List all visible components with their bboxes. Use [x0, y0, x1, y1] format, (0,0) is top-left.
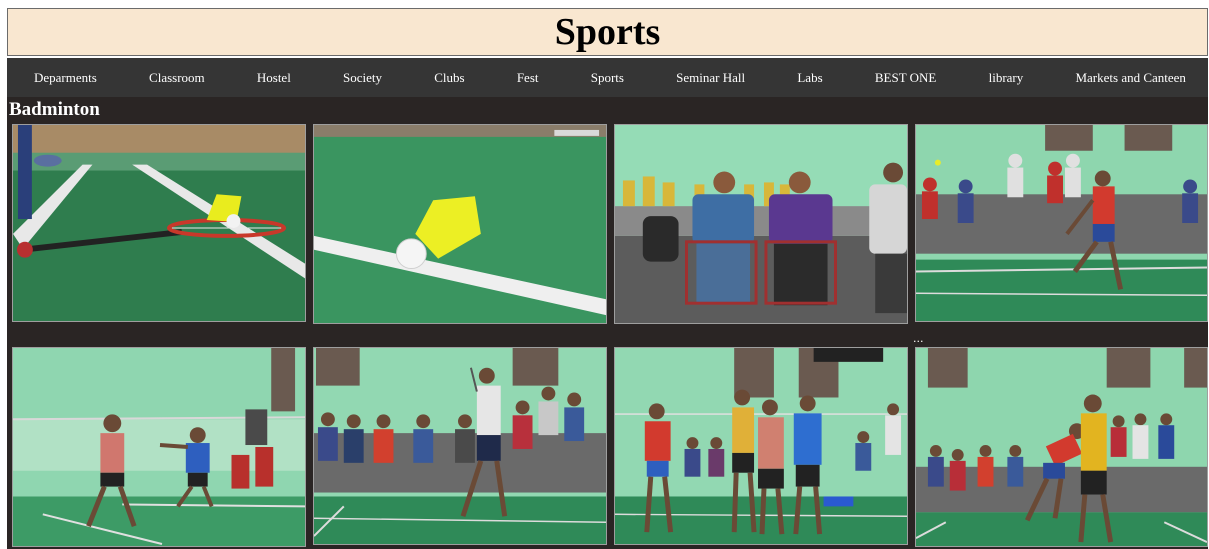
page-title: Sports	[554, 11, 661, 53]
page-header: Sports	[7, 8, 1208, 56]
gallery-photo-shuttlecock-line[interactable]	[313, 124, 607, 324]
player-smash-image	[916, 125, 1207, 321]
gallery-photo-shuttlecock-racket[interactable]	[12, 124, 306, 322]
player-leaping-image	[916, 348, 1207, 546]
gallery-photo-player-walking[interactable]	[313, 347, 607, 545]
nav-link-society[interactable]: Society	[343, 70, 382, 86]
nav-link-labs[interactable]: Labs	[797, 70, 822, 86]
page: Sports Deparments Classroom Hostel Socie…	[0, 0, 1209, 549]
ellipsis-text: ...	[913, 332, 924, 345]
gallery-photo-player-smash[interactable]	[915, 124, 1208, 322]
nav-link-markets-canteen[interactable]: Markets and Canteen	[1075, 70, 1185, 86]
doubles-match-image	[13, 348, 305, 546]
gallery-photo-player-leaping[interactable]	[915, 347, 1208, 547]
nav-link-clubs[interactable]: Clubs	[434, 70, 464, 86]
nav-link-hostel[interactable]: Hostel	[257, 70, 291, 86]
main-content: Deparments Classroom Hostel Society Club…	[7, 58, 1208, 549]
nav-link-sports[interactable]: Sports	[591, 70, 624, 86]
nav-link-departments[interactable]: Deparments	[34, 70, 97, 86]
shuttlecock-line-image	[314, 125, 606, 323]
nav-bar: Deparments Classroom Hostel Society Club…	[7, 58, 1208, 97]
nav-link-classroom[interactable]: Classroom	[149, 70, 205, 86]
nav-link-best-one[interactable]: BEST ONE	[875, 70, 937, 86]
spectators-trophies-image	[615, 125, 907, 323]
player-walking-image	[314, 348, 606, 544]
players-standing-image	[615, 348, 907, 544]
shuttlecock-racket-image	[13, 125, 305, 321]
nav-link-seminar-hall[interactable]: Seminar Hall	[676, 70, 745, 86]
gallery-photo-players-standing[interactable]	[614, 347, 908, 545]
gallery-photo-spectators-trophies[interactable]	[614, 124, 908, 324]
nav-link-fest[interactable]: Fest	[517, 70, 539, 86]
section-title: Badminton	[9, 99, 100, 120]
nav-link-library[interactable]: library	[989, 70, 1024, 86]
gallery-photo-doubles-match[interactable]	[12, 347, 306, 547]
